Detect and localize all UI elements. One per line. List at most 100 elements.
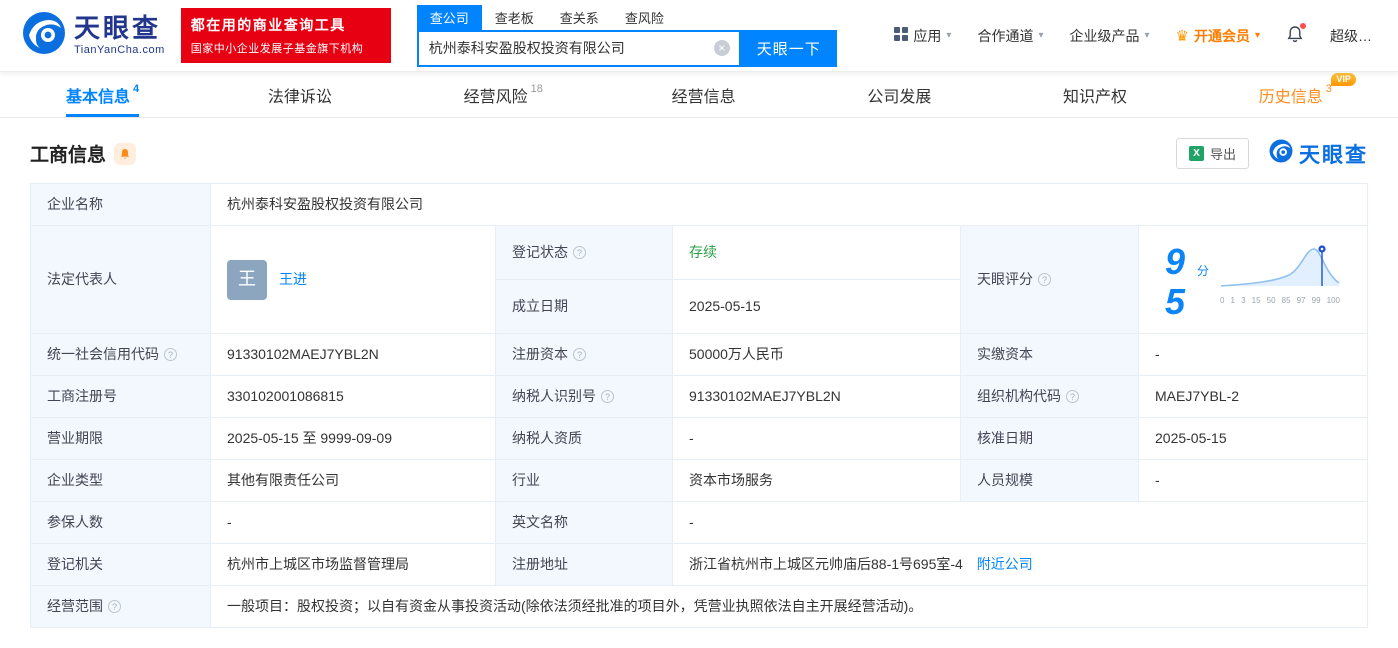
field-value-legal-rep: 王 王进 — [210, 224, 496, 335]
tab-history-info[interactable]: 历史信息 3 VIP — [1259, 72, 1356, 117]
company-detail-tabs: 基本信息 4 法律诉讼 经营风险 18 经营信息 公司发展 知识产权 历史信息 3 V… — [0, 72, 1398, 118]
nav-cooperation-label: 合作通道 — [977, 27, 1034, 44]
business-info-table: 企业名称 杭州泰科安盈股权投资有限公司 法定代表人 王 王进 登记状态? 存续 … — [30, 183, 1368, 629]
chevron-down-icon: ▾ — [1254, 30, 1260, 41]
excel-icon: X — [1188, 146, 1204, 161]
field-value-english-name: - — [672, 501, 1368, 545]
field-label-taxpayer-id: 纳税人识别号? — [495, 375, 673, 419]
chevron-down-icon: ▾ — [946, 30, 952, 41]
main-content: 工商信息 X 导出 天眼查 企业名称 杭州泰科安盈股权投资有限公司 法定代表人 … — [0, 118, 1398, 629]
nav-apps-label: 应用 — [913, 27, 942, 44]
export-button[interactable]: X 导出 — [1175, 138, 1249, 169]
search-tab-risk[interactable]: 查风险 — [612, 5, 677, 30]
table-row: 登记机关 杭州市上城区市场监督管理局 注册地址 浙江省杭州市上城区元帅庙后88-… — [30, 543, 1368, 587]
field-label-company-type: 企业类型 — [30, 459, 211, 503]
field-label-taxpayer-quality: 纳税人资质 — [495, 417, 673, 461]
grid-icon — [894, 27, 909, 44]
field-value-approval-date: 2025-05-15 — [1138, 417, 1368, 461]
field-label-business-scope: 经营范围? — [30, 585, 211, 629]
logo-brand-text: 天眼查 — [74, 13, 162, 43]
crown-icon: ♛ — [1175, 27, 1189, 45]
score-axis-labels: 013 15 50 85 97 99 100 — [1220, 296, 1340, 305]
search-tab-relation[interactable]: 查关系 — [547, 5, 612, 30]
help-icon[interactable]: ? — [1066, 390, 1079, 404]
field-value-credit-code: 91330102MAEJ7YBL2N — [210, 333, 496, 377]
search-input[interactable] — [418, 31, 739, 65]
field-label-approval-date: 核准日期 — [960, 417, 1139, 461]
table-row: 参保人数 - 英文名称 - — [30, 501, 1368, 545]
tab-operation-risk[interactable]: 经营风险 18 — [464, 72, 543, 117]
score-unit: 分 — [1196, 264, 1209, 278]
nearby-companies-link[interactable]: 附近公司 — [977, 556, 1033, 572]
section-header: 工商信息 X 导出 天眼查 — [30, 138, 1368, 169]
tab-legal-litigation[interactable]: 法律诉讼 — [268, 72, 335, 117]
table-row: 企业类型 其他有限责任公司 行业 资本市场服务 人员规模 - — [30, 459, 1368, 503]
search-button[interactable]: 天眼一下 — [740, 29, 837, 67]
search-input-wrap: × — [416, 29, 741, 67]
field-label-legal-rep: 法定代表人 — [30, 224, 211, 335]
top-header: 天眼查 TianYanCha.com 都在用的商业查询工具 国家中小企业发展子基… — [0, 0, 1398, 72]
help-icon[interactable]: ? — [573, 246, 586, 260]
field-label-reg-status: 登记状态? — [495, 224, 673, 281]
search-tabs: 查公司 查老板 查关系 查风险 — [416, 4, 837, 30]
score-value: 95 — [1165, 241, 1186, 322]
nav-super[interactable]: 超级… — [1330, 26, 1372, 46]
tab-operation-info[interactable]: 经营信息 — [672, 72, 739, 117]
promo-banner: 都在用的商业查询工具 国家中小企业发展子基金旗下机构 — [180, 8, 391, 63]
help-icon[interactable]: ? — [164, 348, 177, 362]
field-value-business-term: 2025-05-15 至 9999-09-09 — [210, 417, 496, 461]
field-label-establish-date: 成立日期 — [495, 279, 673, 335]
field-value-taxpayer-id: 91330102MAEJ7YBL2N — [672, 375, 961, 419]
notification-dot — [1300, 23, 1306, 29]
field-value-industry: 资本市场服务 — [672, 459, 961, 503]
help-icon[interactable]: ? — [108, 600, 121, 614]
table-row: 营业期限 2025-05-15 至 9999-09-09 纳税人资质 - 核准日… — [30, 417, 1368, 461]
nav-apps[interactable]: 应用 ▾ — [894, 26, 951, 46]
field-value-org-code: MAEJ7YBL-2 — [1138, 375, 1368, 419]
bell-icon — [121, 148, 130, 159]
nav-enterprise-label: 企业级产品 — [1069, 27, 1140, 44]
monitor-bell-button[interactable] — [114, 142, 137, 165]
field-value-insured-count: - — [210, 501, 496, 545]
tab-intellectual-property[interactable]: 知识产权 — [1063, 72, 1130, 117]
watermark-text: 天眼查 — [1299, 143, 1368, 167]
help-icon[interactable]: ? — [573, 348, 586, 362]
tab-company-development[interactable]: 公司发展 — [867, 72, 934, 117]
clear-search-icon[interactable]: × — [713, 40, 730, 56]
tab-count: 18 — [530, 82, 543, 95]
notifications-bell[interactable] — [1286, 23, 1306, 46]
field-value-company-name: 杭州泰科安盈股权投资有限公司 — [210, 183, 1368, 226]
nav-super-label: 超级… — [1330, 27, 1372, 44]
tianyancha-logo-icon — [1269, 139, 1293, 168]
search-tab-boss[interactable]: 查老板 — [482, 5, 547, 30]
legal-rep-link[interactable]: 王进 — [279, 269, 307, 290]
nav-enterprise[interactable]: 企业级产品 ▾ — [1069, 26, 1149, 46]
field-value-staff-size: - — [1138, 459, 1368, 503]
field-value-taxpayer-quality: - — [672, 417, 961, 461]
field-label-company-name: 企业名称 — [30, 183, 211, 226]
nav-cooperation[interactable]: 合作通道 ▾ — [977, 26, 1043, 46]
table-row: 经营范围? 一般项目：股权投资；以自有资金从事投资活动(除依法须经批准的项目外，… — [30, 585, 1368, 629]
status-badge: 存续 — [689, 244, 717, 261]
search-tab-company[interactable]: 查公司 — [416, 4, 482, 30]
field-value-reg-authority: 杭州市上城区市场监督管理局 — [210, 543, 496, 587]
field-label-reg-number: 工商注册号 — [30, 375, 211, 419]
field-label-reg-authority: 登记机关 — [30, 543, 211, 587]
tab-basic-info[interactable]: 基本信息 4 — [66, 72, 139, 117]
tab-count: 4 — [133, 82, 140, 95]
help-icon[interactable]: ? — [601, 390, 614, 404]
field-value-establish-date: 2025-05-15 — [672, 279, 961, 335]
help-icon[interactable]: ? — [1038, 273, 1051, 287]
table-row: 工商注册号 330102001086815 纳税人识别号? 91330102MA… — [30, 375, 1368, 419]
nav-open-vip[interactable]: ♛ 开通会员 ▾ — [1176, 26, 1260, 46]
promo-line1: 都在用的商业查询工具 — [190, 17, 346, 33]
chevron-down-icon: ▾ — [1038, 30, 1044, 41]
field-label-reg-address: 注册地址 — [495, 543, 673, 587]
legal-rep-avatar[interactable]: 王 — [227, 259, 267, 300]
tianyancha-logo[interactable]: 天眼查 TianYanCha.com — [22, 11, 165, 60]
nav-vip-label: 开通会员 — [1193, 27, 1250, 44]
table-row: 企业名称 杭州泰科安盈股权投资有限公司 — [30, 183, 1368, 226]
section-title: 工商信息 — [30, 145, 107, 166]
tianyancha-logo-icon — [22, 11, 66, 60]
field-label-credit-code: 统一社会信用代码? — [30, 333, 211, 377]
